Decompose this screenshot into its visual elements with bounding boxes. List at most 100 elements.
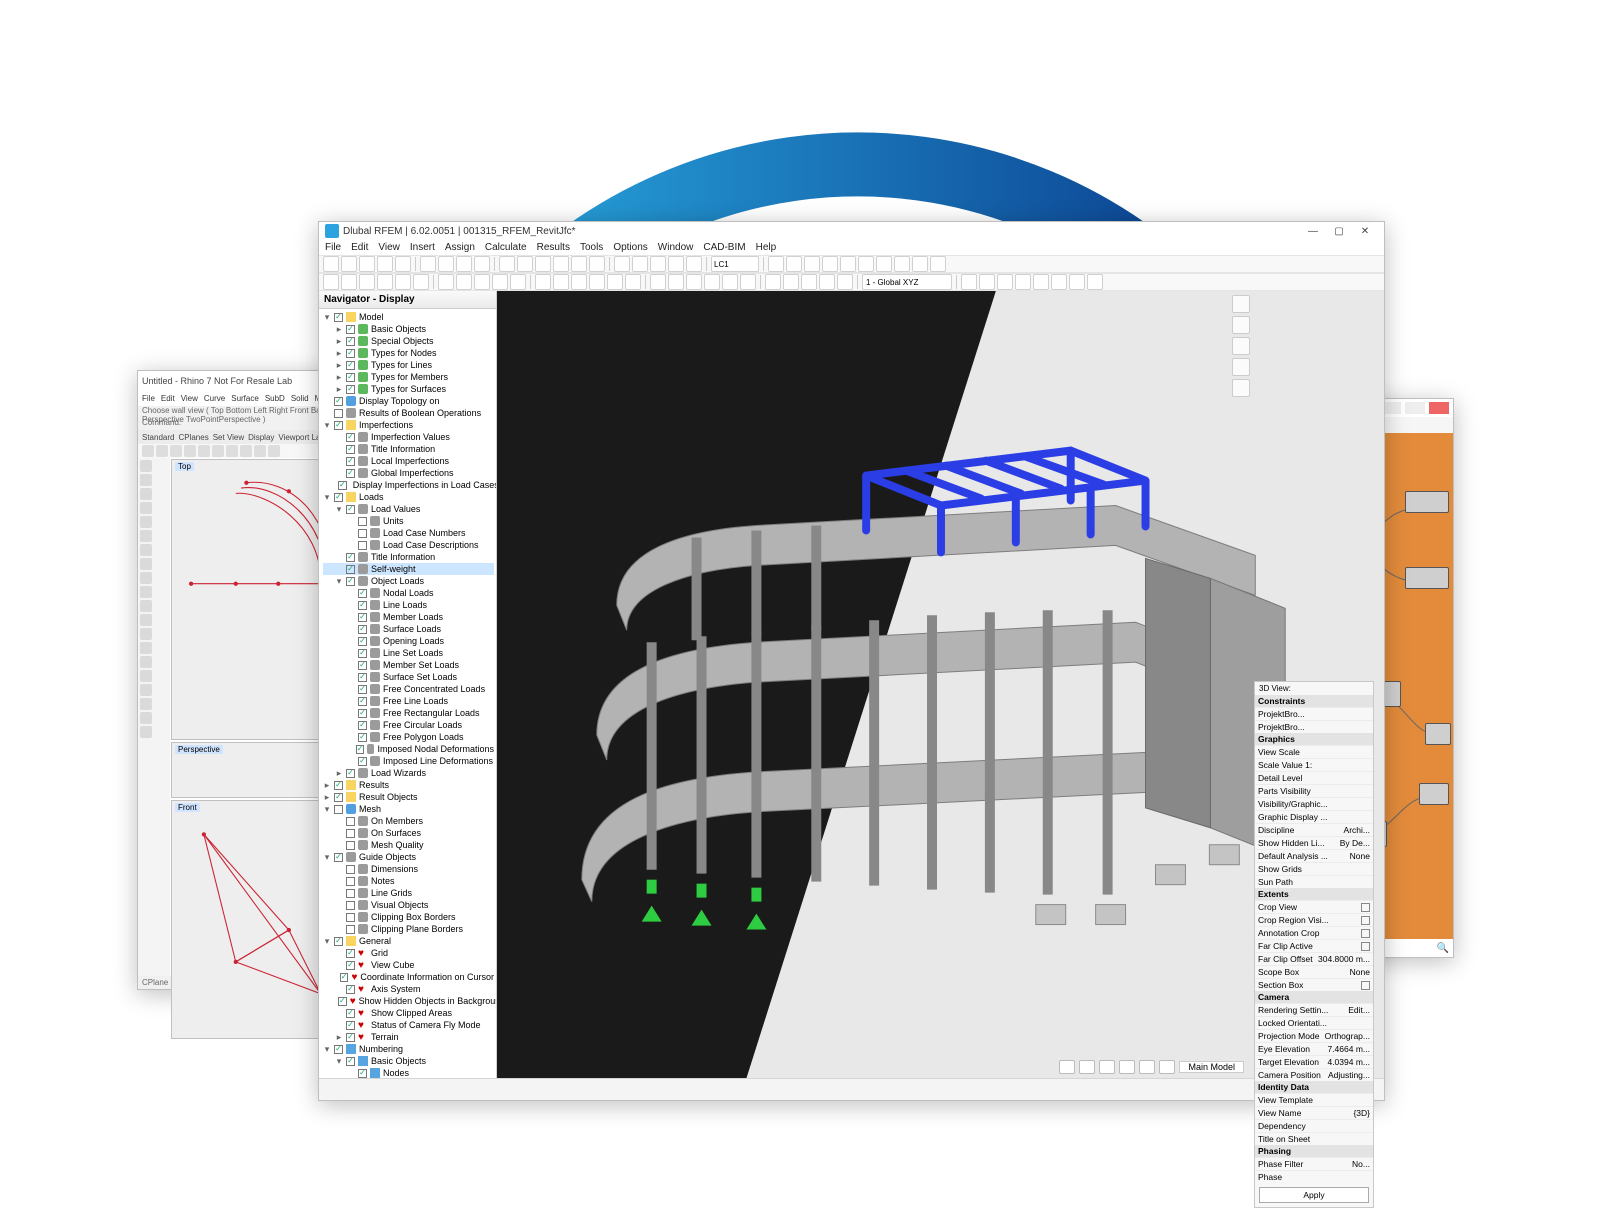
tree-item[interactable]: ▾✓Guide Objects [323,851,494,863]
property-row[interactable]: Title on Sheet [1255,1132,1373,1145]
property-row[interactable]: Far Clip Active [1255,939,1373,952]
main-toolbar-1[interactable]: LC1 [319,255,1384,273]
navigator-tree[interactable]: ▾✓Model▸✓Basic Objects▸✓Special Objects ▸… [319,309,496,1078]
property-row[interactable]: Show Hidden Li...By De... [1255,836,1373,849]
tree-item[interactable]: On Members [323,815,494,827]
close-icon[interactable]: ✕ [1352,224,1378,238]
revit-view-footer[interactable]: Main Model [1059,1060,1244,1074]
tree-item[interactable]: ▾✓Model [323,311,494,323]
property-row[interactable]: Section Box [1255,978,1373,991]
apply-button[interactable]: Apply [1259,1187,1369,1203]
tree-item[interactable]: ✓Imposed Nodal Deformations [323,743,494,755]
tree-item[interactable]: Load Case Descriptions [323,539,494,551]
property-row[interactable]: Far Clip Offset304.8000 m... [1255,952,1373,965]
property-row[interactable]: Parts Visibility [1255,784,1373,797]
main-menubar[interactable]: FileEditView InsertAssignCalculate Resul… [319,240,1384,255]
rhino-menubar[interactable]: FileEditView CurveSurfaceSubD SolidMeshD… [138,391,344,406]
tree-item[interactable]: ✓Free Circular Loads [323,719,494,731]
tree-item[interactable]: ✓Display Imperfections in Load Cases & C… [323,479,494,491]
tree-item[interactable]: ▾✓Numbering [323,1043,494,1055]
property-row[interactable]: Dependency [1255,1119,1373,1132]
tree-item[interactable]: ▾✓Loads [323,491,494,503]
tree-item[interactable]: ✓Nodes [323,1067,494,1078]
property-row[interactable]: View Template [1255,1093,1373,1106]
property-row[interactable]: Scale Value 1: [1255,758,1373,771]
tree-item[interactable]: Units [323,515,494,527]
tree-item[interactable]: ✓♥View Cube [323,959,494,971]
tree-item[interactable]: Line Grids [323,887,494,899]
property-row[interactable]: Projection ModeOrthograp... [1255,1029,1373,1042]
tree-item[interactable]: ✓Free Concentrated Loads [323,683,494,695]
tree-item[interactable]: ▸✓Types for Lines [323,359,494,371]
tree-item[interactable]: ✓Line Set Loads [323,647,494,659]
tree-item[interactable]: ▾✓Object Loads [323,575,494,587]
tree-item[interactable]: ▾✓General [323,935,494,947]
property-row[interactable]: Phase [1255,1170,1373,1183]
tree-item[interactable]: ▸✓Results [323,779,494,791]
tree-item[interactable]: ✓Opening Loads [323,635,494,647]
tree-item[interactable]: Mesh Quality [323,839,494,851]
tree-item[interactable]: ✓Title Information [323,551,494,563]
tree-item[interactable]: ✓Nodal Loads [323,587,494,599]
tree-item[interactable]: ✓Imposed Line Deformations [323,755,494,767]
tree-item[interactable]: ✓♥Status of Camera Fly Mode [323,1019,494,1031]
property-row[interactable]: Locked Orientati... [1255,1016,1373,1029]
tree-item[interactable]: Visual Objects [323,899,494,911]
tree-item[interactable]: ✓Line Loads [323,599,494,611]
tree-item[interactable]: ▸✓Basic Objects [323,323,494,335]
tree-item[interactable]: ✓Free Polygon Loads [323,731,494,743]
tree-item[interactable]: Clipping Box Borders [323,911,494,923]
rhino-toolbar[interactable] [138,444,344,458]
property-row[interactable]: Scope BoxNone [1255,965,1373,978]
tree-item[interactable]: ▸✓Types for Surfaces [323,383,494,395]
tree-item[interactable]: Load Case Numbers [323,527,494,539]
property-row[interactable]: Target Elevation4.0394 m... [1255,1055,1373,1068]
property-row[interactable]: Eye Elevation7.4664 m... [1255,1042,1373,1055]
property-row[interactable]: Detail Level [1255,771,1373,784]
tree-item[interactable]: ▾✓Imperfections [323,419,494,431]
tree-item[interactable]: ▾✓Load Values [323,503,494,515]
tree-item[interactable]: ▾Mesh [323,803,494,815]
minimize-icon[interactable]: — [1300,224,1326,238]
property-row[interactable]: Annotation Crop [1255,926,1373,939]
maximize-icon[interactable] [1405,402,1425,414]
property-row[interactable]: Phase FilterNo... [1255,1157,1373,1170]
rhino-tab-strip[interactable]: StandardCPlanes Set ViewDisplayViewport … [138,430,344,444]
property-row[interactable]: Crop View [1255,900,1373,913]
property-row[interactable]: View Scale [1255,745,1373,758]
tree-item[interactable]: ▸✓♥Terrain [323,1031,494,1043]
tree-item[interactable]: ✓Imperfection Values [323,431,494,443]
revit-panel-tabs[interactable]: 3D View: [1255,682,1373,695]
main-toolbar-2[interactable]: 1 - Global XYZ [319,273,1384,291]
tree-item[interactable]: ✓♥Show Clipped Areas [323,1007,494,1019]
property-row[interactable]: Crop Region Visi... [1255,913,1373,926]
tree-item[interactable]: ✓Surface Loads [323,623,494,635]
tree-item[interactable]: ✓Member Set Loads [323,659,494,671]
tree-item[interactable]: ✓Title Information [323,443,494,455]
rhino-tool-palette[interactable] [138,458,170,976]
tree-item[interactable]: ✓♥Show Hidden Objects in Background [323,995,494,1007]
tree-item[interactable]: ✓Local Imperfections [323,455,494,467]
property-row[interactable]: Rendering Settin...Edit... [1255,1003,1373,1016]
tree-item[interactable]: ✓Display Topology on [323,395,494,407]
close-icon[interactable] [1429,402,1449,414]
property-row[interactable]: Camera PositionAdjusting... [1255,1068,1373,1081]
property-row[interactable]: DisciplineArchi... [1255,823,1373,836]
property-row[interactable]: View Name{3D} [1255,1106,1373,1119]
tree-item[interactable]: ▾✓Basic Objects [323,1055,494,1067]
tree-item[interactable]: ✓♥Axis System [323,983,494,995]
tree-item[interactable]: Results of Boolean Operations [323,407,494,419]
tree-item[interactable]: ▸✓Special Objects [323,335,494,347]
property-row[interactable]: Default Analysis ...None [1255,849,1373,862]
revit-nav-strip[interactable] [1232,295,1250,397]
tree-item[interactable]: ✓♥Coordinate Information on Cursor [323,971,494,983]
property-row[interactable]: Sun Path [1255,875,1373,888]
tree-item[interactable]: Notes [323,875,494,887]
tree-item[interactable]: ✓Self-weight [323,563,494,575]
tree-item[interactable]: Dimensions [323,863,494,875]
tree-item[interactable]: ✓Free Line Loads [323,695,494,707]
property-row[interactable]: Show Grids [1255,862,1373,875]
tree-item[interactable]: ▸✓Result Objects [323,791,494,803]
property-row[interactable]: Visibility/Graphic... [1255,797,1373,810]
tree-item[interactable]: ▸✓Load Wizards [323,767,494,779]
